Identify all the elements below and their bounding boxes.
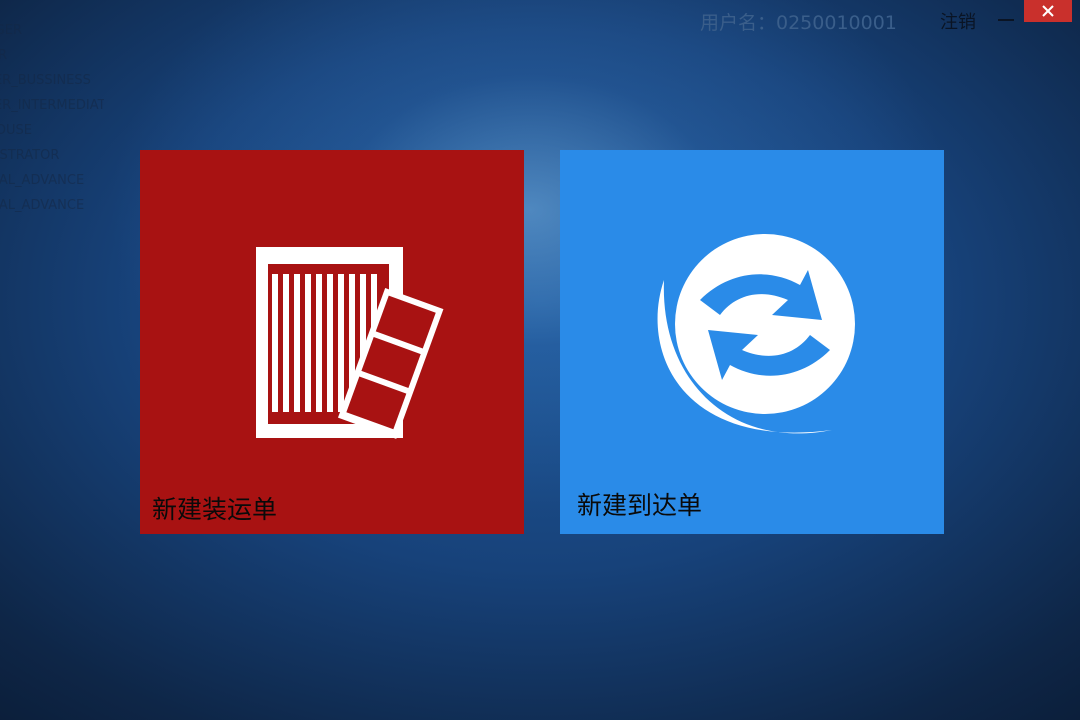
background-list-item: HOUSE: [0, 123, 32, 138]
background-list-item: NISTRATOR: [0, 148, 60, 163]
background-list-item: AGER: [0, 23, 22, 38]
background-list-item: CIAL_ADVANCE: [0, 173, 85, 188]
username-display: 用户名：0250010001: [700, 12, 897, 34]
close-button[interactable]: [1024, 0, 1072, 22]
new-shipping-order-label: 新建装运单: [152, 495, 278, 524]
shipping-document-icon: [256, 247, 444, 439]
close-icon: [1042, 5, 1054, 17]
logout-button[interactable]: 注销: [940, 8, 976, 34]
new-arrival-order-label: 新建到达单: [577, 491, 703, 520]
new-arrival-order-tile[interactable]: 新建到达单: [560, 150, 944, 534]
minimize-button[interactable]: [996, 4, 1016, 28]
refresh-arrows-icon: [657, 234, 855, 434]
new-shipping-order-tile[interactable]: 新建装运单: [140, 150, 524, 534]
background-list-item: IER: [0, 48, 8, 63]
background-list-item: CIAL_ADVANCE: [0, 198, 85, 213]
background-list-item: TER_BUSSINESS: [0, 73, 91, 88]
background-list-item: TER_INTERMEDIATE: [0, 98, 104, 113]
background-role-list: AGER IER TER_BUSSINESS TER_INTERMEDIATE …: [0, 20, 104, 220]
